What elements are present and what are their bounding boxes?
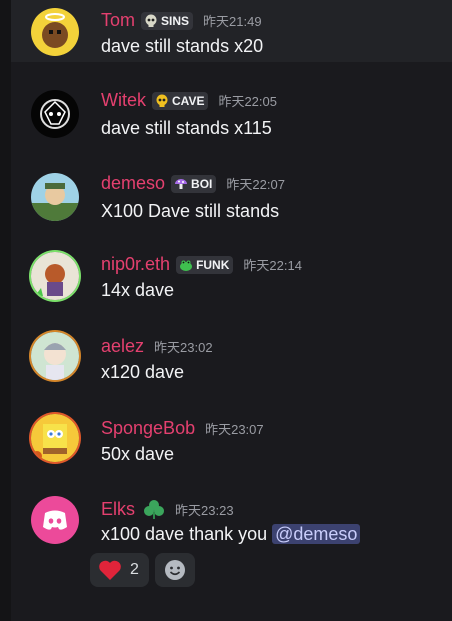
message-content: 50x dave xyxy=(101,444,175,464)
username[interactable]: Elks xyxy=(101,499,135,520)
reaction-bar: 2 xyxy=(90,553,195,587)
reaction-count: 2 xyxy=(130,561,139,578)
message-content: dave still stands x20 xyxy=(101,36,264,56)
avatar[interactable] xyxy=(31,252,79,300)
message-content: x120 dave xyxy=(101,362,185,382)
username[interactable]: aelez xyxy=(101,336,144,357)
avatar[interactable] xyxy=(31,496,79,544)
avatar[interactable] xyxy=(31,90,79,138)
add-reaction-button[interactable] xyxy=(154,553,195,587)
mushroom-icon xyxy=(174,177,188,191)
avatar[interactable] xyxy=(31,332,79,380)
avatar[interactable] xyxy=(31,173,79,221)
avatar[interactable] xyxy=(31,8,79,56)
reaction-heart[interactable]: 2 xyxy=(90,553,149,587)
guild-tag-label: BOI xyxy=(191,176,213,191)
message-item[interactable]: Elks 昨天23:23 x100 dave thank you @demeso xyxy=(11,494,452,594)
scroll-rail xyxy=(0,0,11,621)
frog-icon xyxy=(179,258,193,272)
guild-tag[interactable]: BOI xyxy=(171,174,217,193)
timestamp[interactable]: 昨天23:23 xyxy=(175,500,234,519)
message-content: 14x dave xyxy=(101,280,175,300)
skull-icon xyxy=(144,14,158,28)
timestamp[interactable]: 昨天21:49 xyxy=(203,11,262,30)
message-content: dave still stands x115 xyxy=(101,118,272,138)
guild-tag-label: SINS xyxy=(161,13,190,28)
message-item[interactable]: Witek CAVE 昨天22:05 dave still stands x11… xyxy=(11,84,452,144)
avatar[interactable] xyxy=(31,414,79,462)
message-content: x100 dave thank you @demeso xyxy=(101,524,361,545)
guild-tag[interactable]: SINS xyxy=(141,11,194,30)
guild-tag[interactable]: FUNK xyxy=(176,255,234,274)
guild-tag-label: FUNK xyxy=(196,257,230,272)
timestamp[interactable]: 昨天23:02 xyxy=(154,337,213,356)
timestamp[interactable]: 昨天23:07 xyxy=(205,419,264,438)
heart-icon xyxy=(98,559,122,581)
username[interactable]: nip0r.eth xyxy=(101,254,170,275)
username[interactable]: Witek xyxy=(101,90,146,111)
add-reaction-icon xyxy=(164,559,186,581)
username[interactable]: SpongeBob xyxy=(101,418,195,439)
timestamp[interactable]: 昨天22:05 xyxy=(218,91,277,110)
message-item[interactable]: SpongeBob 昨天23:07 50x dave xyxy=(11,412,452,472)
message-text: x100 dave thank you xyxy=(101,524,273,544)
message-item[interactable]: Tom SINS 昨天21:49 dave still stands x20 xyxy=(11,0,452,62)
timestamp[interactable]: 昨天22:14 xyxy=(243,255,302,274)
guild-tag-label: CAVE xyxy=(172,93,205,108)
user-mention[interactable]: @demeso xyxy=(272,524,361,544)
message-item[interactable]: nip0r.eth FUNK 昨天22:14 14x dave xyxy=(11,248,452,308)
message-item[interactable]: demeso BOI 昨天22:07 X100 Dave still stand… xyxy=(11,167,452,227)
discord-logo-icon xyxy=(31,496,79,544)
username[interactable]: Tom xyxy=(101,10,135,31)
timestamp[interactable]: 昨天22:07 xyxy=(226,174,285,193)
message-item[interactable]: aelez 昨天23:02 x120 dave xyxy=(11,330,452,390)
username[interactable]: demeso xyxy=(101,173,165,194)
message-content: X100 Dave still stands xyxy=(101,201,280,221)
guild-tag[interactable]: CAVE xyxy=(152,91,209,110)
skull-icon xyxy=(155,94,169,108)
clover-icon[interactable] xyxy=(143,498,165,520)
